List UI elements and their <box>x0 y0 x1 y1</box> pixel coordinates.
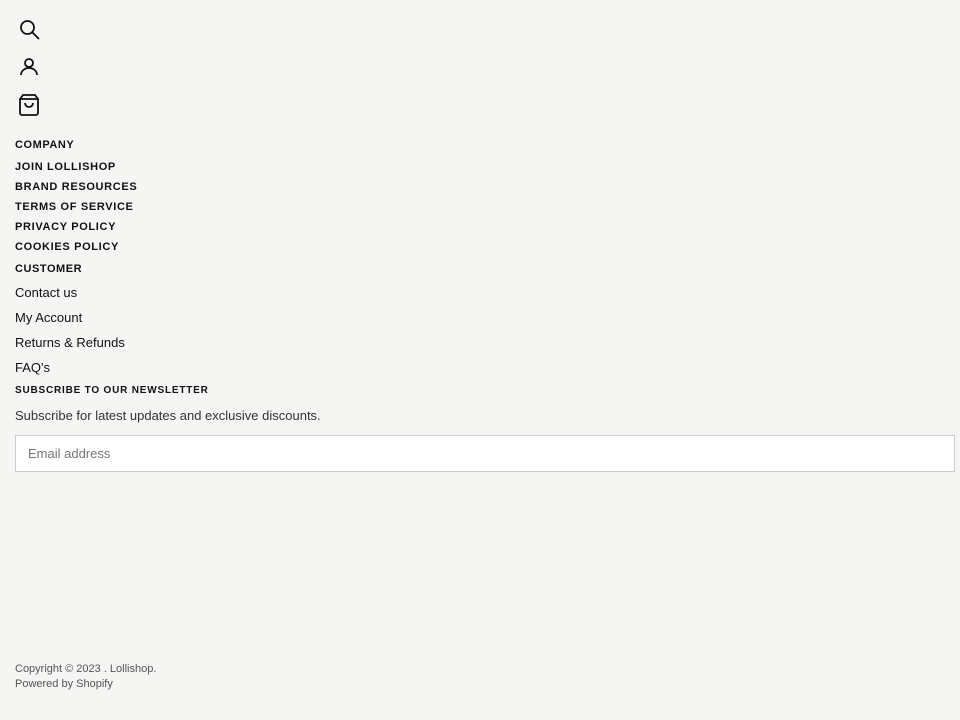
my-account-link[interactable]: My Account <box>15 310 945 325</box>
newsletter-section: SUBSCRIBE TO OUR NEWSLETTER Subscribe fo… <box>15 385 945 472</box>
cart-button[interactable] <box>15 91 43 119</box>
account-button[interactable] <box>15 53 43 81</box>
customer-section: CUSTOMER Contact us My Account Returns &… <box>15 263 945 375</box>
returns-refunds-link[interactable]: Returns & Refunds <box>15 335 945 350</box>
search-icon <box>17 17 41 41</box>
email-input[interactable] <box>15 435 955 472</box>
cart-icon <box>17 93 41 117</box>
footer: Copyright © 2023 . Lollishop. Powered by… <box>15 663 156 690</box>
newsletter-description: Subscribe for latest updates and exclusi… <box>15 408 945 423</box>
search-button[interactable] <box>15 15 43 43</box>
copyright-text: Copyright © 2023 . Lollishop. <box>15 663 156 675</box>
powered-by-text: Powered by Shopify <box>15 678 156 690</box>
newsletter-label: SUBSCRIBE TO OUR NEWSLETTER <box>15 385 945 396</box>
brand-resources-link[interactable]: BRAND RESOURCES <box>15 181 945 193</box>
customer-label: CUSTOMER <box>15 263 945 275</box>
terms-of-service-link[interactable]: TERMS OF SERVICE <box>15 201 945 213</box>
company-label: COMPANY <box>15 139 945 151</box>
faqs-link[interactable]: FAQ's <box>15 360 945 375</box>
cookies-policy-link[interactable]: COOKIES POLICY <box>15 241 945 253</box>
contact-us-link[interactable]: Contact us <box>15 285 945 300</box>
privacy-policy-link[interactable]: PRIVACY POLICY <box>15 221 945 233</box>
company-section: COMPANY JOIN LOLLISHOP BRAND RESOURCES T… <box>15 139 945 253</box>
join-lollishop-link[interactable]: JOIN LOLLISHOP <box>15 161 945 173</box>
icon-group <box>15 15 945 119</box>
account-icon <box>17 55 41 79</box>
